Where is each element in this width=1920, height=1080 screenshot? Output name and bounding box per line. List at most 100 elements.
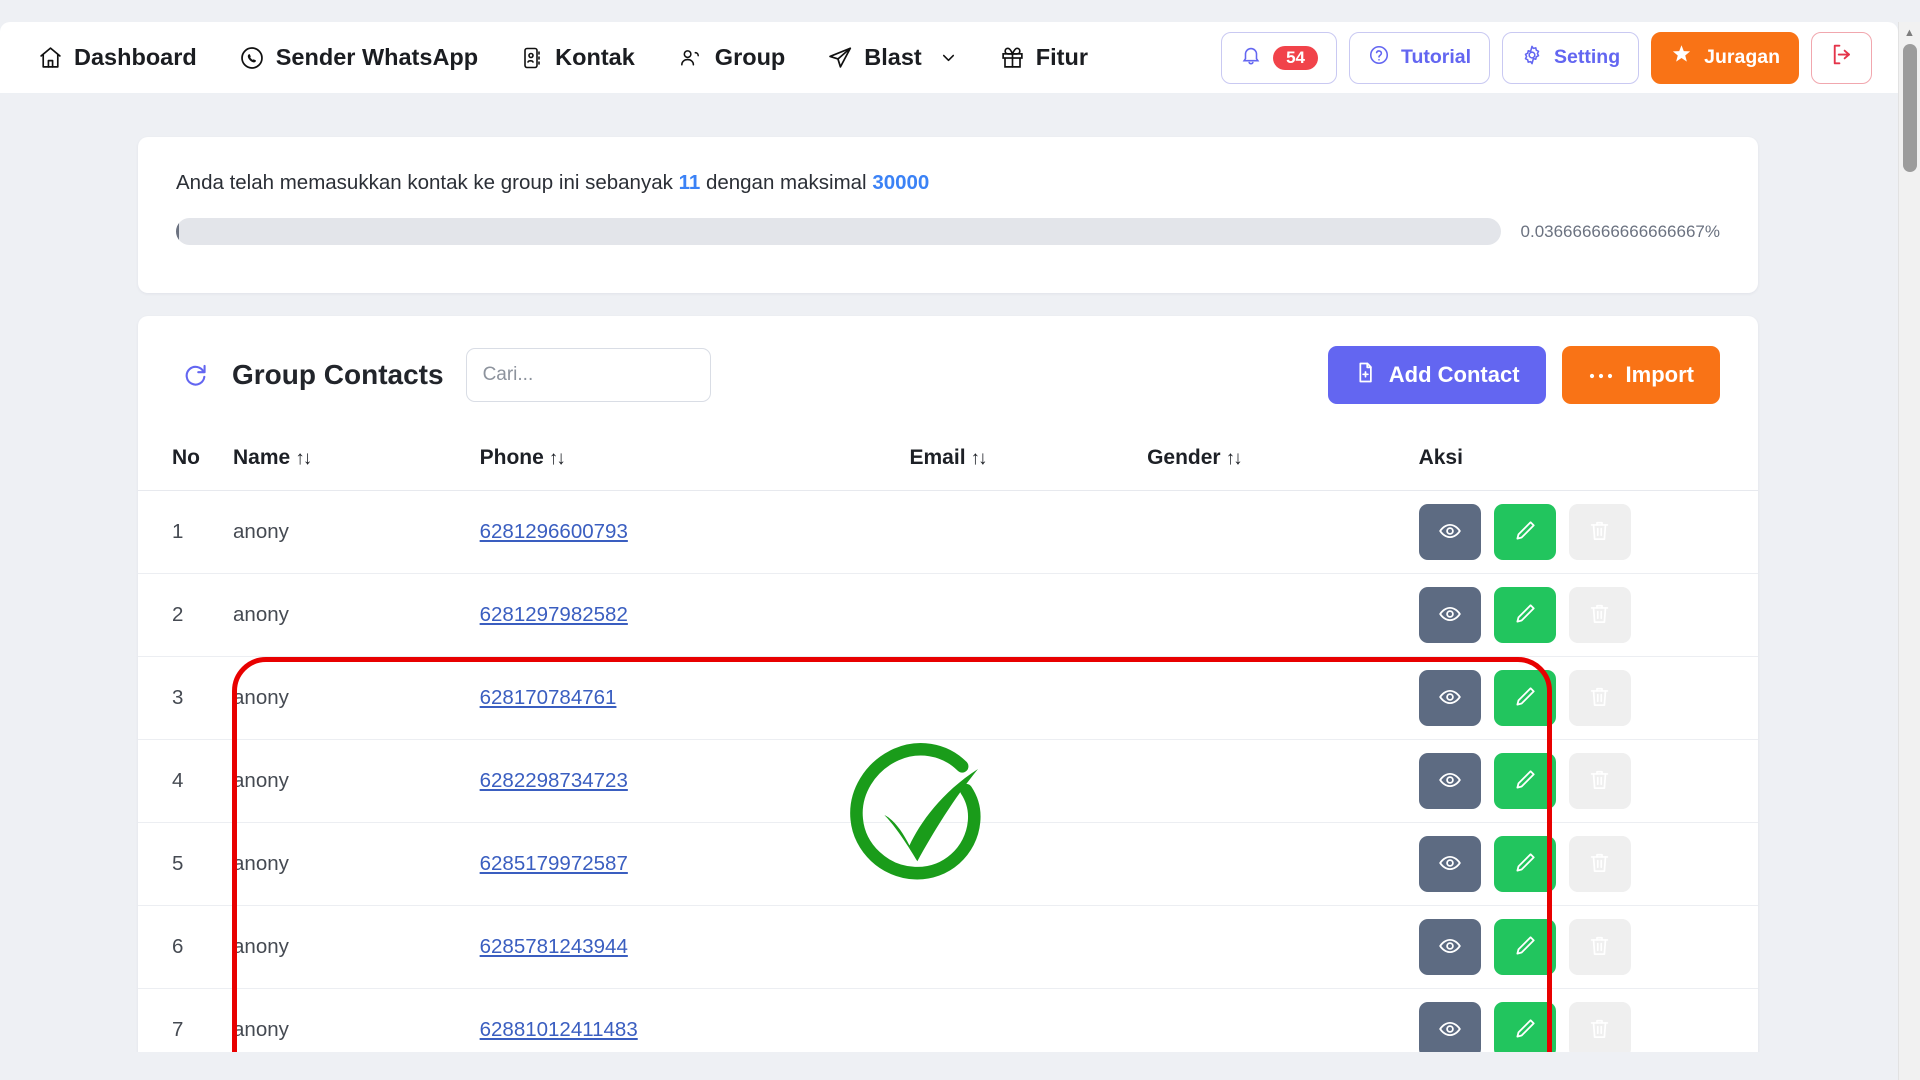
edit-contact-button[interactable] — [1493, 836, 1556, 892]
delete-contact-button[interactable] — [1568, 587, 1631, 643]
add-contact-label: Add Contact — [1388, 362, 1520, 387]
cell-name: anony — [233, 573, 480, 657]
view-contact-button[interactable] — [1418, 919, 1481, 975]
pencil-icon — [1513, 851, 1537, 878]
edit-contact-button[interactable] — [1493, 919, 1556, 975]
column-header-aksi: Aksi — [1418, 434, 1758, 491]
setting-label: Setting — [1554, 46, 1621, 68]
table-row: 4 anony 6282298734723 — [138, 739, 1758, 823]
delete-contact-button[interactable] — [1568, 753, 1631, 809]
view-contact-button[interactable] — [1418, 504, 1481, 560]
juragan-button[interactable]: Juragan — [1651, 31, 1799, 84]
nav-item-sender-whatsapp[interactable]: Sender WhatsApp — [239, 44, 478, 71]
delete-contact-button[interactable] — [1568, 1002, 1631, 1058]
tutorial-button[interactable]: Tutorial — [1348, 31, 1491, 84]
contact-phone-link[interactable]: 6281297982582 — [480, 603, 628, 626]
eye-icon — [1438, 602, 1462, 629]
contact-phone-link[interactable]: 6285179972587 — [480, 852, 628, 875]
cell-aksi — [1418, 490, 1758, 574]
quota-card: Anda telah memasukkan kontak ke group in… — [138, 137, 1758, 293]
sort-icon[interactable]: ↑↓ — [549, 448, 566, 469]
action-buttons — [1418, 1002, 1758, 1058]
delete-contact-button[interactable] — [1568, 919, 1631, 975]
column-label: Gender — [1147, 446, 1221, 469]
contact-phone-link[interactable]: 62881012411483 — [480, 1018, 638, 1041]
cell-email — [909, 905, 1148, 989]
view-contact-button[interactable] — [1418, 587, 1481, 643]
contact-phone-link[interactable]: 6282298734723 — [480, 769, 628, 792]
quota-maximum: 30000 — [872, 171, 930, 194]
view-contact-button[interactable] — [1418, 753, 1481, 809]
nav-label: Dashboard — [74, 44, 197, 70]
view-contact-button[interactable] — [1418, 1002, 1481, 1058]
nav-item-kontak[interactable]: Kontak — [520, 44, 635, 71]
table-row: 2 anony 6281297982582 — [138, 573, 1758, 657]
sort-icon[interactable]: ↑↓ — [295, 448, 312, 469]
refresh-icon[interactable] — [172, 361, 218, 389]
logout-button[interactable] — [1811, 31, 1872, 84]
edit-contact-button[interactable] — [1493, 670, 1556, 726]
sort-icon[interactable]: ↑↓ — [971, 448, 988, 469]
column-header-no[interactable]: No — [138, 434, 234, 491]
home-icon — [38, 45, 63, 70]
nav-item-group[interactable]: Group — [677, 44, 785, 71]
view-contact-button[interactable] — [1418, 670, 1481, 726]
row-number: 7 — [172, 1018, 184, 1041]
eye-icon — [1438, 685, 1462, 712]
pencil-icon — [1513, 768, 1537, 795]
contact-phone-link[interactable]: 6281296600793 — [480, 520, 628, 543]
cell-gender — [1147, 739, 1419, 823]
column-label: Email — [909, 446, 966, 469]
scrollbar-thumb[interactable] — [1903, 44, 1917, 172]
trash-icon — [1588, 519, 1611, 545]
contact-name: anony — [233, 603, 289, 626]
trash-icon — [1588, 851, 1611, 877]
column-header-email[interactable]: Email ↑↓ — [909, 434, 1148, 491]
pencil-icon — [1513, 1017, 1537, 1044]
column-header-gender[interactable]: Gender ↑↓ — [1147, 434, 1419, 491]
column-header-name[interactable]: Name ↑↓ — [233, 434, 480, 491]
cell-no: 4 — [138, 739, 234, 823]
contact-name: anony — [233, 520, 289, 543]
edit-contact-button[interactable] — [1493, 1002, 1556, 1058]
view-contact-button[interactable] — [1418, 836, 1481, 892]
edit-contact-button[interactable] — [1493, 504, 1556, 560]
table-row: 3 anony 628170784761 — [138, 656, 1758, 740]
question-circle-icon — [1368, 44, 1390, 72]
scroll-up-arrow-icon[interactable]: ▲ — [1899, 22, 1920, 44]
pencil-icon — [1513, 685, 1537, 712]
sort-icon[interactable]: ↑↓ — [1226, 448, 1243, 469]
star-icon — [1670, 43, 1693, 72]
nav-label: Fitur — [1035, 44, 1088, 70]
cell-phone: 628170784761 — [479, 656, 910, 740]
trash-icon — [1588, 934, 1611, 960]
edit-contact-button[interactable] — [1493, 753, 1556, 809]
cell-email — [909, 656, 1148, 740]
notifications-button[interactable]: 54 — [1221, 31, 1337, 84]
cell-phone: 6281296600793 — [479, 490, 910, 574]
cell-phone: 6285781243944 — [479, 905, 910, 989]
add-contact-button[interactable]: Add Contact — [1327, 346, 1546, 404]
delete-contact-button[interactable] — [1568, 836, 1631, 892]
cell-aksi — [1418, 656, 1758, 740]
contact-name: anony — [233, 686, 289, 709]
contact-phone-link[interactable]: 628170784761 — [480, 686, 617, 709]
search-box[interactable] — [465, 348, 711, 402]
delete-contact-button[interactable] — [1568, 670, 1631, 726]
search-input[interactable] — [482, 364, 694, 386]
import-button[interactable]: Import — [1561, 346, 1720, 404]
cell-no: 6 — [138, 905, 234, 989]
cell-aksi — [1418, 739, 1758, 823]
page-scrollbar[interactable]: ▲ — [1898, 22, 1920, 1080]
delete-contact-button[interactable] — [1568, 504, 1631, 560]
edit-contact-button[interactable] — [1493, 587, 1556, 643]
nav-item-blast[interactable]: Blast — [827, 44, 957, 71]
bell-icon — [1240, 44, 1262, 72]
nav-item-fitur[interactable]: Fitur — [1000, 44, 1088, 71]
nav-item-dashboard[interactable]: Dashboard — [38, 44, 197, 71]
cell-phone: 6285179972587 — [479, 822, 910, 906]
column-label: Phone — [479, 446, 544, 469]
column-header-phone[interactable]: Phone ↑↓ — [479, 434, 910, 491]
contact-phone-link[interactable]: 6285781243944 — [480, 935, 628, 958]
setting-button[interactable]: Setting — [1502, 31, 1640, 84]
